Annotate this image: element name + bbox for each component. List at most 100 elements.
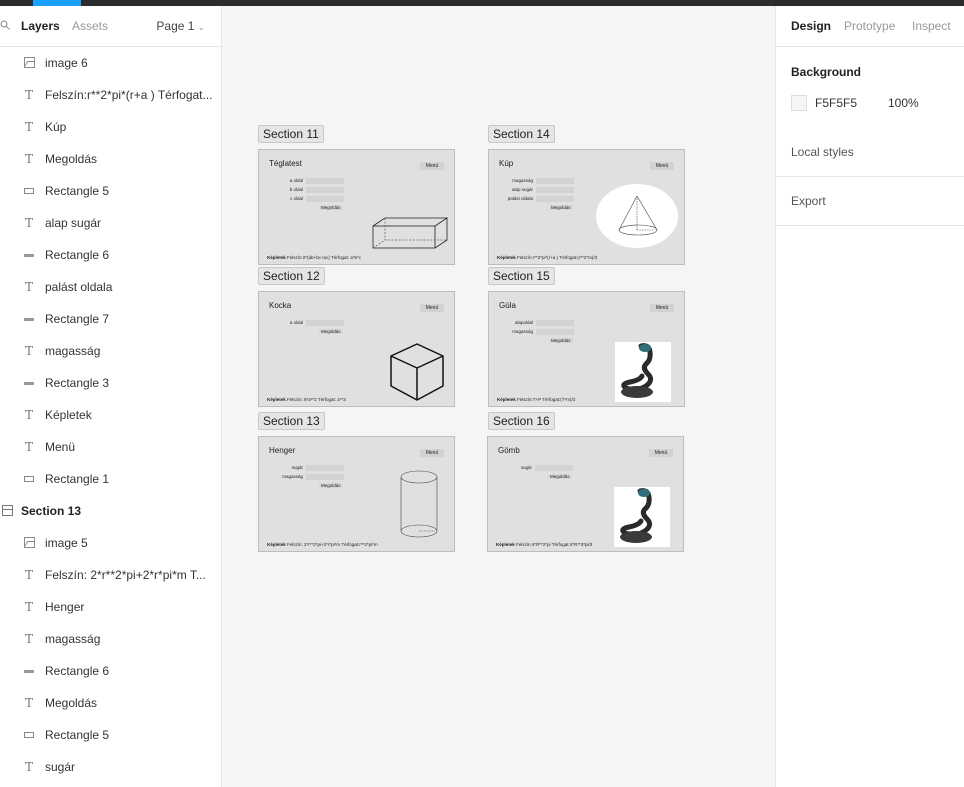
section-frame[interactable]: Gúla Menü alapoldal magasság Megoldás Képlete… [488,291,685,407]
text-icon: T [24,88,33,102]
layer-label: Kúp [45,120,67,134]
rectangle-icon [22,472,36,486]
section-label[interactable]: Section 14 [488,125,555,143]
frame-field-input[interactable] [306,465,344,471]
layer-item[interactable]: T Megoldás [0,687,221,719]
layer-item[interactable]: Rectangle 5 [0,719,221,751]
frame-field-input[interactable] [536,187,574,193]
canvas[interactable]: Section 11 Téglatest Menü a oldal b oldal c o… [222,6,775,787]
frame-title: Henger [269,446,296,455]
search-icon[interactable] [0,20,10,30]
layer-item[interactable]: Tmagasság [0,335,221,367]
layer-item[interactable]: T Felszín: 2*r**2*pi+2*r*pi*m T... [0,559,221,591]
layer-item[interactable]: Rectangle 1 [0,463,221,495]
formula-label: Képletek [496,542,515,547]
frame-solve-button[interactable]: Megoldás [549,205,573,210]
section-frame[interactable]: Gömb Menü sugár Megoldás Képletek Felszín:4*… [487,436,684,552]
page-selector[interactable]: Page 1 ⌄ [156,19,205,33]
layer-item[interactable]: Rectangle 3 [0,367,221,399]
formula-label: Képletek [497,397,516,402]
tab-inspect[interactable]: Inspect [912,19,951,33]
right-panel-tabs: Design Prototype Inspect [776,6,964,47]
layer-item[interactable]: Tmagasság [0,623,221,655]
tab-design[interactable]: Design [791,19,831,33]
section-label[interactable]: Section 16 [488,412,555,430]
layer-item[interactable]: T Képletek [0,399,221,431]
frame-field-input[interactable] [536,178,574,184]
frame-solve-button[interactable]: Megoldás [319,483,343,488]
layer-item[interactable]: Tpalást oldala [0,271,221,303]
rectangle-icon [22,728,36,742]
layer-item[interactable]: T Megoldás [0,143,221,175]
layer-item[interactable]: T Menü [0,431,221,463]
frame-solve-button[interactable]: Megoldás [549,338,573,343]
frame-field-input[interactable] [535,465,573,471]
text-icon: T [24,440,33,454]
section-label[interactable]: Section 13 [258,412,325,430]
background-hex-input[interactable]: F5F5F5 [815,96,857,110]
cylinder-figure [400,470,438,538]
layer-item[interactable]: Rectangle 7 [0,303,221,335]
page-selector-label: Page 1 [156,19,195,33]
layer-item[interactable]: Tsugár [0,751,221,783]
frame-menu-button[interactable]: Menü [420,304,444,312]
export-section[interactable]: Export [776,177,964,226]
frame-menu-button[interactable]: Menü [649,449,673,457]
frame-field-input[interactable] [306,187,344,193]
layer-item[interactable]: image 6 [0,47,221,79]
frame-field-input[interactable] [306,474,344,480]
section-label[interactable]: Section 12 [258,267,325,285]
frame-field-input[interactable] [536,320,574,326]
frame-solve-button[interactable]: Megoldás [319,329,343,334]
frame-menu-button[interactable]: Menü [420,449,444,457]
section-frame[interactable]: Téglatest Menü a oldal b oldal c oldal Megold… [258,149,455,265]
layer-item[interactable]: Talap sugár [0,207,221,239]
layer-label: sugár [45,760,76,774]
background-title: Background [791,65,862,79]
section-label[interactable]: Section 11 [258,125,324,143]
frame-formula: Képletek Felszín:2*(ab+bc+ac) Térfogat: … [267,255,361,260]
section-frame[interactable]: Kocka Menü a oldal Megoldás Képletek Felszín… [258,291,455,407]
layer-section[interactable]: Section 13 [0,495,221,527]
layer-label: Felszín:r**2*pi*(r+a ) Térfogat... [45,88,213,102]
frame-field-input[interactable] [306,320,344,326]
layer-item[interactable]: T Felszín:r**2*pi*(r+a ) Térfogat... [0,79,221,111]
frame-field-label: a oldal [289,178,303,183]
layer-item[interactable]: T Kúp [0,111,221,143]
tab-layers[interactable]: Layers [21,19,60,33]
section-frame[interactable]: Kúp Menü magasság alap sugár palást oldala Me… [488,149,685,265]
cube-figure [390,343,444,401]
layer-label: Rectangle 6 [45,248,110,262]
section-frame[interactable]: Henger Menü sugár magasság Megoldás Képletek … [258,436,455,552]
tab-prototype[interactable]: Prototype [844,19,895,33]
frame-menu-button[interactable]: Menü [650,304,674,312]
frame-menu-button[interactable]: Menü [650,162,674,170]
local-styles-section[interactable]: Local styles [776,128,964,177]
frame-menu-button[interactable]: Menü [420,162,444,170]
frame-field-input[interactable] [306,196,344,202]
formula-text: Felszín:T+P Térfogat:(T*m)/3 [517,397,576,402]
frame-solve-button[interactable]: Megoldás [548,474,572,479]
text-icon: T [24,600,33,614]
layer-label: Section 13 [21,504,82,518]
layer-item[interactable]: T Henger [0,591,221,623]
text-icon: T [24,760,33,774]
layer-item[interactable]: image 5 [0,527,221,559]
layer-label: Menü [45,440,76,454]
properties-panel: Design Prototype Inspect Background F5F5… [775,6,964,787]
frame-field-input[interactable] [536,196,574,202]
layer-item[interactable]: Rectangle 6 [0,655,221,687]
frame-field-input[interactable] [536,329,574,335]
background-opacity-input[interactable]: 100% [888,96,919,110]
background-color-swatch[interactable] [791,95,807,111]
section-label[interactable]: Section 15 [488,267,555,285]
tab-assets[interactable]: Assets [72,19,108,33]
layer-item[interactable]: Rectangle 5 [0,175,221,207]
formula-text: Felszín: 2*r**2*pi+2*r*pi*m Térfogat:r**… [287,542,378,547]
layer-label: Képletek [45,408,92,422]
frame-solve-button[interactable]: Megoldás [319,205,343,210]
frame-field-input[interactable] [306,178,344,184]
layer-item[interactable]: Rectangle 6 [0,239,221,271]
frame-field-label: alapoldal [514,320,533,325]
text-icon: T [24,120,33,134]
